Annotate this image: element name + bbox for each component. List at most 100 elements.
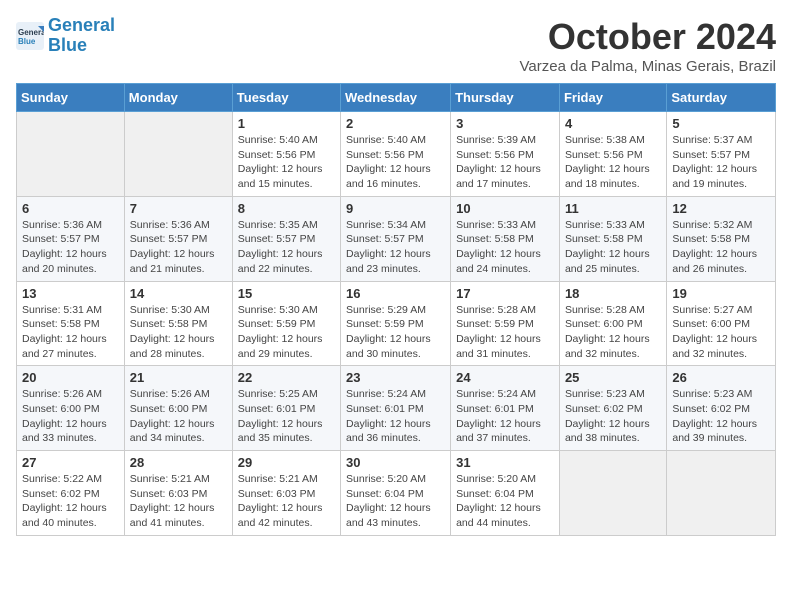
day-info: Sunrise: 5:33 AM Sunset: 5:58 PM Dayligh…: [565, 218, 661, 277]
day-number: 9: [346, 201, 445, 216]
calendar-cell: 9 Sunrise: 5:34 AM Sunset: 5:57 PM Dayli…: [341, 196, 451, 281]
day-info: Sunrise: 5:21 AM Sunset: 6:03 PM Dayligh…: [238, 472, 335, 531]
calendar-cell: 11 Sunrise: 5:33 AM Sunset: 5:58 PM Dayl…: [559, 196, 666, 281]
calendar-cell: [559, 451, 666, 536]
day-info: Sunrise: 5:36 AM Sunset: 5:57 PM Dayligh…: [130, 218, 227, 277]
day-info: Sunrise: 5:28 AM Sunset: 5:59 PM Dayligh…: [456, 303, 554, 362]
week-row-3: 13 Sunrise: 5:31 AM Sunset: 5:58 PM Dayl…: [17, 281, 776, 366]
day-info: Sunrise: 5:34 AM Sunset: 5:57 PM Dayligh…: [346, 218, 445, 277]
calendar-header-row: SundayMondayTuesdayWednesdayThursdayFrid…: [17, 84, 776, 112]
day-number: 15: [238, 286, 335, 301]
calendar-cell: 23 Sunrise: 5:24 AM Sunset: 6:01 PM Dayl…: [341, 366, 451, 451]
day-number: 8: [238, 201, 335, 216]
day-number: 19: [672, 286, 770, 301]
week-row-4: 20 Sunrise: 5:26 AM Sunset: 6:00 PM Dayl…: [17, 366, 776, 451]
day-number: 23: [346, 370, 445, 385]
calendar-cell: 4 Sunrise: 5:38 AM Sunset: 5:56 PM Dayli…: [559, 112, 666, 197]
calendar-cell: 5 Sunrise: 5:37 AM Sunset: 5:57 PM Dayli…: [667, 112, 776, 197]
day-info: Sunrise: 5:30 AM Sunset: 5:58 PM Dayligh…: [130, 303, 227, 362]
calendar-cell: 13 Sunrise: 5:31 AM Sunset: 5:58 PM Dayl…: [17, 281, 125, 366]
calendar-cell: 21 Sunrise: 5:26 AM Sunset: 6:00 PM Dayl…: [124, 366, 232, 451]
day-number: 25: [565, 370, 661, 385]
header-thursday: Thursday: [451, 84, 560, 112]
logo-text: GeneralBlue: [48, 16, 115, 56]
title-block: October 2024 Varzea da Palma, Minas Gera…: [520, 16, 777, 75]
day-info: Sunrise: 5:23 AM Sunset: 6:02 PM Dayligh…: [672, 387, 770, 446]
day-info: Sunrise: 5:26 AM Sunset: 6:00 PM Dayligh…: [22, 387, 119, 446]
calendar-cell: 16 Sunrise: 5:29 AM Sunset: 5:59 PM Dayl…: [341, 281, 451, 366]
day-info: Sunrise: 5:37 AM Sunset: 5:57 PM Dayligh…: [672, 133, 770, 192]
week-row-5: 27 Sunrise: 5:22 AM Sunset: 6:02 PM Dayl…: [17, 451, 776, 536]
day-number: 11: [565, 201, 661, 216]
calendar-cell: 28 Sunrise: 5:21 AM Sunset: 6:03 PM Dayl…: [124, 451, 232, 536]
logo-icon: General Blue: [16, 22, 44, 50]
location: Varzea da Palma, Minas Gerais, Brazil: [520, 58, 777, 75]
header-tuesday: Tuesday: [232, 84, 340, 112]
day-info: Sunrise: 5:24 AM Sunset: 6:01 PM Dayligh…: [456, 387, 554, 446]
day-number: 24: [456, 370, 554, 385]
header-friday: Friday: [559, 84, 666, 112]
calendar-cell: 15 Sunrise: 5:30 AM Sunset: 5:59 PM Dayl…: [232, 281, 340, 366]
day-number: 31: [456, 455, 554, 470]
calendar-cell: 3 Sunrise: 5:39 AM Sunset: 5:56 PM Dayli…: [451, 112, 560, 197]
header-wednesday: Wednesday: [341, 84, 451, 112]
day-info: Sunrise: 5:20 AM Sunset: 6:04 PM Dayligh…: [346, 472, 445, 531]
day-info: Sunrise: 5:23 AM Sunset: 6:02 PM Dayligh…: [565, 387, 661, 446]
calendar-cell: 7 Sunrise: 5:36 AM Sunset: 5:57 PM Dayli…: [124, 196, 232, 281]
calendar-cell: 6 Sunrise: 5:36 AM Sunset: 5:57 PM Dayli…: [17, 196, 125, 281]
day-info: Sunrise: 5:25 AM Sunset: 6:01 PM Dayligh…: [238, 387, 335, 446]
day-info: Sunrise: 5:40 AM Sunset: 5:56 PM Dayligh…: [238, 133, 335, 192]
day-info: Sunrise: 5:30 AM Sunset: 5:59 PM Dayligh…: [238, 303, 335, 362]
day-info: Sunrise: 5:36 AM Sunset: 5:57 PM Dayligh…: [22, 218, 119, 277]
day-number: 4: [565, 116, 661, 131]
day-number: 14: [130, 286, 227, 301]
calendar-cell: 17 Sunrise: 5:28 AM Sunset: 5:59 PM Dayl…: [451, 281, 560, 366]
day-number: 27: [22, 455, 119, 470]
calendar-cell: 24 Sunrise: 5:24 AM Sunset: 6:01 PM Dayl…: [451, 366, 560, 451]
calendar-cell: 25 Sunrise: 5:23 AM Sunset: 6:02 PM Dayl…: [559, 366, 666, 451]
header-saturday: Saturday: [667, 84, 776, 112]
day-info: Sunrise: 5:20 AM Sunset: 6:04 PM Dayligh…: [456, 472, 554, 531]
calendar-cell: 14 Sunrise: 5:30 AM Sunset: 5:58 PM Dayl…: [124, 281, 232, 366]
day-number: 13: [22, 286, 119, 301]
day-info: Sunrise: 5:24 AM Sunset: 6:01 PM Dayligh…: [346, 387, 445, 446]
page-header: General Blue GeneralBlue October 2024 Va…: [16, 16, 776, 75]
calendar-cell: 29 Sunrise: 5:21 AM Sunset: 6:03 PM Dayl…: [232, 451, 340, 536]
day-number: 21: [130, 370, 227, 385]
day-number: 3: [456, 116, 554, 131]
day-info: Sunrise: 5:39 AM Sunset: 5:56 PM Dayligh…: [456, 133, 554, 192]
day-info: Sunrise: 5:28 AM Sunset: 6:00 PM Dayligh…: [565, 303, 661, 362]
calendar-cell: 20 Sunrise: 5:26 AM Sunset: 6:00 PM Dayl…: [17, 366, 125, 451]
day-info: Sunrise: 5:35 AM Sunset: 5:57 PM Dayligh…: [238, 218, 335, 277]
day-number: 2: [346, 116, 445, 131]
calendar-cell: [667, 451, 776, 536]
day-number: 26: [672, 370, 770, 385]
week-row-2: 6 Sunrise: 5:36 AM Sunset: 5:57 PM Dayli…: [17, 196, 776, 281]
day-info: Sunrise: 5:32 AM Sunset: 5:58 PM Dayligh…: [672, 218, 770, 277]
day-number: 20: [22, 370, 119, 385]
day-number: 10: [456, 201, 554, 216]
calendar-cell: 19 Sunrise: 5:27 AM Sunset: 6:00 PM Dayl…: [667, 281, 776, 366]
logo: General Blue GeneralBlue: [16, 16, 115, 56]
day-info: Sunrise: 5:27 AM Sunset: 6:00 PM Dayligh…: [672, 303, 770, 362]
header-monday: Monday: [124, 84, 232, 112]
day-number: 30: [346, 455, 445, 470]
calendar-cell: 12 Sunrise: 5:32 AM Sunset: 5:58 PM Dayl…: [667, 196, 776, 281]
calendar-cell: [17, 112, 125, 197]
calendar-cell: 26 Sunrise: 5:23 AM Sunset: 6:02 PM Dayl…: [667, 366, 776, 451]
day-info: Sunrise: 5:31 AM Sunset: 5:58 PM Dayligh…: [22, 303, 119, 362]
calendar-table: SundayMondayTuesdayWednesdayThursdayFrid…: [16, 83, 776, 536]
day-info: Sunrise: 5:26 AM Sunset: 6:00 PM Dayligh…: [130, 387, 227, 446]
day-number: 12: [672, 201, 770, 216]
calendar-cell: 31 Sunrise: 5:20 AM Sunset: 6:04 PM Dayl…: [451, 451, 560, 536]
calendar-cell: 22 Sunrise: 5:25 AM Sunset: 6:01 PM Dayl…: [232, 366, 340, 451]
day-info: Sunrise: 5:29 AM Sunset: 5:59 PM Dayligh…: [346, 303, 445, 362]
day-number: 7: [130, 201, 227, 216]
calendar-cell: 30 Sunrise: 5:20 AM Sunset: 6:04 PM Dayl…: [341, 451, 451, 536]
day-number: 28: [130, 455, 227, 470]
day-number: 22: [238, 370, 335, 385]
day-number: 17: [456, 286, 554, 301]
day-number: 6: [22, 201, 119, 216]
calendar-cell: 18 Sunrise: 5:28 AM Sunset: 6:00 PM Dayl…: [559, 281, 666, 366]
calendar-cell: 10 Sunrise: 5:33 AM Sunset: 5:58 PM Dayl…: [451, 196, 560, 281]
